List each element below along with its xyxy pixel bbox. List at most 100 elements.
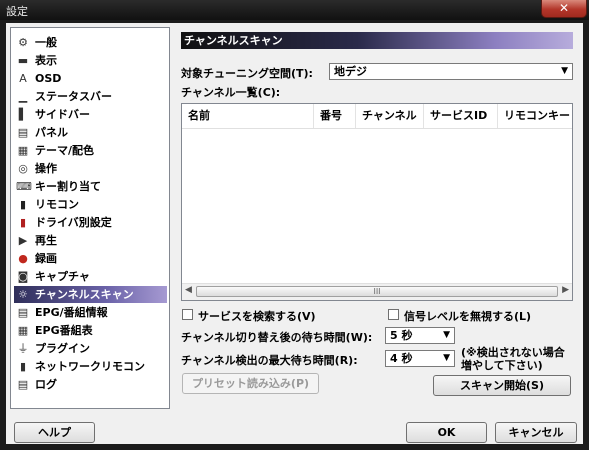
sidebar-item[interactable]: ▮ ネットワークリモコン	[14, 358, 167, 375]
driver-icon: ▮	[19, 216, 27, 229]
sidebar-item-label: 一般	[35, 36, 57, 49]
scan-icon: ☼	[18, 288, 28, 301]
sidebar-item[interactable]: ☼ チャンネルスキャン	[14, 286, 167, 303]
tuning-space-value: 地デジ	[334, 65, 367, 78]
preset-load-button[interactable]: プリセット読み込み(P)	[182, 373, 319, 394]
chevron-down-icon: ▼	[443, 330, 450, 340]
sidebar-item-label: ステータスバー	[35, 90, 112, 103]
column-header-channel[interactable]: チャンネル	[356, 104, 424, 128]
tuning-space-select[interactable]: 地デジ ▼	[329, 63, 573, 80]
sidebar-item[interactable]: ⏚ プラグイン	[14, 340, 167, 357]
dialog-client-area: ⚙ 一般 ▬ 表示 A OSD ▁ ステータスバー ▌ サイドバー ▤ パネル ▦ テーマ/配色 ◎ 操作 ⌨ キ…	[6, 23, 583, 444]
switch-wait-select[interactable]: 5 秒 ▼	[385, 327, 455, 344]
sidebar-item-label: キャプチャ	[35, 270, 90, 283]
column-header-service-id[interactable]: サービスID	[424, 104, 498, 128]
sidebar-item-label: チャンネルスキャン	[35, 288, 134, 301]
max-wait-select[interactable]: 4 秒 ▼	[385, 350, 455, 367]
sidebar-item[interactable]: ▌ サイドバー	[14, 106, 167, 123]
scroll-left-icon[interactable]: ◀	[185, 285, 192, 295]
ok-button[interactable]: OK	[406, 422, 487, 443]
sidebar-item[interactable]: ▮ リモコン	[14, 196, 167, 213]
osd-icon: A	[19, 72, 27, 85]
chevron-down-icon: ▼	[561, 66, 568, 76]
sidebar-item-label: ドライバ別設定	[35, 216, 112, 229]
epg-icon: ▤	[17, 306, 29, 319]
sidebar-item-label: ネットワークリモコン	[35, 360, 145, 373]
remote-icon: ▮	[19, 198, 27, 211]
sidebar-item-label: ログ	[35, 378, 57, 391]
search-services-label[interactable]: サービスを検索する(V)	[198, 308, 316, 324]
sidebar-item[interactable]: ▦ テーマ/配色	[14, 142, 167, 159]
camera-icon: ◙	[17, 270, 29, 283]
program-guide-icon: ▦	[17, 324, 29, 337]
sidebar-item-label: 表示	[35, 54, 57, 67]
network-remote-icon: ▮	[19, 360, 27, 373]
theme-icon: ▦	[17, 144, 29, 157]
sidebar-item[interactable]: ⌨ キー割り当て	[14, 178, 167, 195]
close-button[interactable]: ✕	[541, 0, 587, 18]
record-icon: ●	[18, 252, 28, 265]
play-icon: ▶	[18, 234, 28, 247]
wait-note-line2: 増やして下さい)	[461, 359, 543, 372]
sidebar-item[interactable]: ⚙ 一般	[14, 34, 167, 51]
monitor-icon: ▬	[17, 54, 29, 67]
sidebar-item-label: OSD	[35, 72, 62, 85]
sidebar-item-label: サイドバー	[35, 108, 90, 121]
settings-window: 設定 ✕ ⚙ 一般 ▬ 表示 A OSD ▁ ステータスバー ▌ サイドバー ▤ パネル ▦ テーマ/配色…	[0, 0, 589, 450]
sidebar-item-label: プラグイン	[35, 342, 90, 355]
sidebar-item-label: テーマ/配色	[35, 144, 95, 157]
mouse-icon: ◎	[18, 162, 28, 175]
settings-category-list[interactable]: ⚙ 一般 ▬ 表示 A OSD ▁ ステータスバー ▌ サイドバー ▤ パネル ▦ テーマ/配色 ◎ 操作 ⌨ キ…	[10, 27, 170, 409]
sidebar-item[interactable]: ▮ ドライバ別設定	[14, 214, 167, 231]
scroll-thumb[interactable]: III	[196, 286, 558, 297]
column-header-number[interactable]: 番号	[314, 104, 356, 128]
column-header-name[interactable]: 名前	[182, 104, 314, 128]
max-wait-label: チャンネル検出の最大待ち時間(R):	[181, 354, 358, 367]
max-wait-value: 4 秒	[390, 352, 413, 365]
sidebar-item[interactable]: ▤ EPG/番組情報	[14, 304, 167, 321]
log-icon: ▤	[17, 378, 29, 391]
chevron-down-icon: ▼	[443, 353, 450, 363]
switch-wait-label: チャンネル切り替え後の待ち時間(W):	[181, 331, 373, 344]
window-title: 設定	[6, 5, 28, 18]
sidebar-item-label: 操作	[35, 162, 57, 175]
sidebar-item[interactable]: A OSD	[14, 70, 167, 87]
sidebar-item[interactable]: ● 録画	[14, 250, 167, 267]
search-services-checkbox[interactable]	[182, 309, 193, 320]
sidebar-item[interactable]: ▁ ステータスバー	[14, 88, 167, 105]
sidebar-item[interactable]: ▤ ログ	[14, 376, 167, 393]
horizontal-scrollbar[interactable]: ◀ III ▶	[182, 283, 572, 300]
sidebar-item-label: EPG/番組情報	[35, 306, 108, 319]
sidebar-item-label: リモコン	[35, 198, 79, 211]
sidebar-item-label: キー割り当て	[35, 180, 101, 193]
sidebar-item[interactable]: ▶ 再生	[14, 232, 167, 249]
column-header-remote-key[interactable]: リモコンキー	[498, 104, 572, 128]
cancel-button[interactable]: キャンセル	[495, 422, 577, 443]
sidebar-item[interactable]: ◙ キャプチャ	[14, 268, 167, 285]
sidebar-item-label: 録画	[35, 252, 57, 265]
statusbar-icon: ▁	[18, 90, 28, 103]
channel-list-header: 名前 番号 チャンネル サービスID リモコンキー	[182, 104, 572, 129]
sidebar-item-label: 再生	[35, 234, 57, 247]
tuning-space-label: 対象チューニング空間(T):	[181, 67, 313, 80]
sidebar-item[interactable]: ▤ パネル	[14, 124, 167, 141]
keyboard-icon: ⌨	[16, 180, 32, 193]
sidebar-item[interactable]: ▦ EPG番組表	[14, 322, 167, 339]
switch-wait-value: 5 秒	[390, 329, 413, 342]
gear-icon: ⚙	[18, 36, 28, 49]
scroll-right-icon[interactable]: ▶	[562, 285, 569, 295]
ignore-signal-checkbox[interactable]	[388, 309, 399, 320]
sidebar-item-label: パネル	[35, 126, 68, 139]
help-button[interactable]: ヘルプ	[14, 422, 95, 443]
title-bar: 設定 ✕	[0, 0, 589, 20]
sidebar-icon: ▌	[18, 108, 28, 121]
panel-title: チャンネルスキャン	[181, 32, 573, 49]
ignore-signal-label[interactable]: 信号レベルを無視する(L)	[404, 308, 531, 324]
sidebar-item[interactable]: ▬ 表示	[14, 52, 167, 69]
panel-icon: ▤	[17, 126, 29, 139]
plugin-icon: ⏚	[17, 342, 29, 355]
sidebar-item[interactable]: ◎ 操作	[14, 160, 167, 177]
close-icon: ✕	[558, 1, 570, 15]
channel-list[interactable]: 名前 番号 チャンネル サービスID リモコンキー ◀ III ▶	[181, 103, 573, 301]
scan-start-button[interactable]: スキャン開始(S)	[433, 375, 571, 396]
